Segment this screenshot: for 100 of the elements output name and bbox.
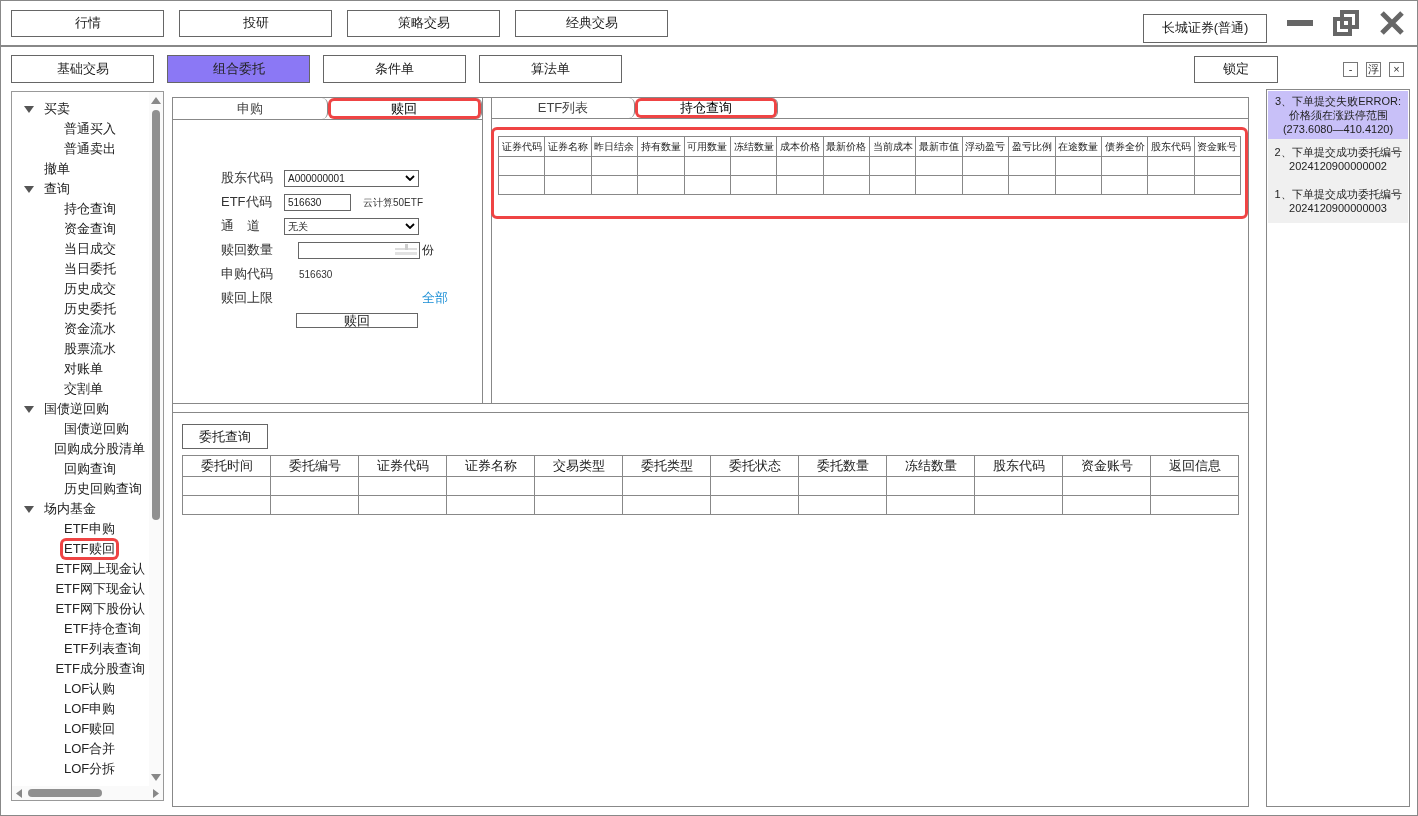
panel-control-button[interactable]: 浮 [1366,61,1381,77]
tree-item[interactable]: 国债逆回购 [60,418,133,440]
tree-item[interactable]: 股票流水 [60,338,120,360]
column-header: 昨日结余 [591,136,638,157]
tree-item[interactable]: 资金流水 [60,318,120,340]
account-button[interactable]: 长城证券(普通) [1143,13,1267,43]
select-field[interactable]: 无关 [284,217,419,235]
tab[interactable]: 条件单 [323,55,466,83]
tab[interactable]: 赎回 [327,98,482,119]
caret-down-icon[interactable] [24,185,34,193]
tree-item[interactable]: 交割单 [60,378,107,400]
order-number: 2024120900000003 [1288,201,1388,215]
message-item[interactable]: 2、下单提交成功委托编号 2024120900000002 [1268,139,1408,181]
column-header: 浮动盈亏 [962,136,1009,157]
tree-item[interactable]: 历史回购查询 [60,478,146,500]
scroll-down-icon[interactable] [151,774,161,782]
tree-item[interactable]: ETF申购 [60,518,119,540]
input-field[interactable]: 516630 [284,193,351,211]
column-header: 最新价格 [823,136,870,157]
message-item[interactable]: 3、下单提交失败ERROR:价格须在涨跌停范围(273.6080—410.4120) [1268,91,1408,139]
tree-item[interactable]: 回购成分股清单 [50,438,149,460]
nav-tab[interactable]: 投研 [179,9,332,37]
column-header: 成本价格 [776,136,824,157]
tab[interactable]: ETF列表 [492,98,635,118]
tree-item[interactable]: ETF网下现金认 [51,578,149,600]
column-header: 委托编号 [270,455,359,476]
panel-control-button[interactable]: × [1389,61,1404,77]
chevron-down-icon [405,175,415,181]
tree-item[interactable]: 历史成交 [60,278,120,300]
order-number: 2024120900000002 [1288,159,1388,173]
tree-item[interactable]: ETF成分股查询 [51,658,149,680]
tree-item[interactable]: LOF赎回 [60,718,120,740]
nav-tab[interactable]: 策略交易 [347,9,500,37]
column-header: 资金账号 [1062,455,1151,476]
column-header: 证券代码 [358,455,447,476]
column-header: 冻结数量 [886,455,975,476]
tree-item[interactable]: LOF分拆 [60,758,120,780]
tree-item[interactable]: LOF认购 [60,678,120,700]
tree-item[interactable]: ETF持仓查询 [60,618,145,640]
tree-item[interactable]: 普通卖出 [60,138,120,160]
tree-item[interactable]: ETF赎回 [60,538,119,560]
column-header: 股东代码 [1147,136,1195,157]
caret-down-icon[interactable] [24,105,34,113]
column-header: 持有数量 [637,136,684,157]
column-header: 股东代码 [974,455,1063,476]
tree-item[interactable]: 当日委托 [60,258,120,280]
horizontal-scrollbar[interactable] [12,786,163,800]
all-link[interactable]: 全部 [422,288,448,308]
select-field[interactable]: A000000001 [284,169,419,187]
tree-item[interactable]: 历史委托 [60,298,120,320]
message-item[interactable]: 1、下单提交成功委托编号 2024120900000003 [1268,181,1408,223]
field-value: 516630 [299,267,333,282]
field-label: 赎回上限 [221,289,274,308]
tree-item[interactable]: ETF网下股份认 [51,598,149,620]
tree-item[interactable]: ETF网上现金认 [51,558,149,580]
tree-item[interactable]: LOF申购 [60,698,120,720]
tree-item[interactable]: 资金查询 [60,218,120,240]
caret-down-icon[interactable] [24,405,34,413]
tab[interactable]: 基础交易 [11,55,154,83]
tree-item[interactable]: 查询 [40,178,74,200]
close-icon[interactable] [1379,10,1405,36]
tree-item[interactable]: 买卖 [40,98,74,120]
nav-tab[interactable]: 行情 [11,9,164,37]
caret-down-icon[interactable] [24,505,34,513]
column-header: 证券名称 [446,455,535,476]
redeem-button[interactable]: 赎回 [296,313,418,328]
scroll-right-icon[interactable] [153,788,159,798]
lock-button[interactable]: 锁定 [1194,55,1278,83]
tree-item[interactable]: 回购查询 [60,458,120,480]
tree-item[interactable]: 撤单 [40,158,74,180]
tab[interactable]: 持仓查询 [635,98,778,118]
fund-name: 云计算50ETF [363,195,423,210]
scrollbar[interactable] [149,92,163,786]
nav-tab[interactable]: 经典交易 [515,9,668,37]
column-header: 可用数量 [684,136,731,157]
tab[interactable]: 组合委托 [167,55,310,83]
number-field[interactable] [298,241,420,259]
tab[interactable]: 申购 [173,98,328,119]
column-header: 委托数量 [798,455,887,476]
column-header: 返回信息 [1150,455,1239,476]
column-header: 最新市值 [915,136,963,157]
field-label: 股东代码 [221,169,274,188]
tree-item[interactable]: 持仓查询 [60,198,120,220]
tree-item[interactable]: LOF合并 [60,738,120,760]
tree-item[interactable]: ETF列表查询 [60,638,145,660]
restore-icon[interactable] [1333,10,1359,36]
column-header: 当前成本 [869,136,916,157]
column-header: 在途数量 [1055,136,1102,157]
tab[interactable]: 算法单 [479,55,622,83]
column-header: 委托时间 [182,455,271,476]
panel-control-button[interactable]: - [1343,61,1358,77]
tree-item[interactable]: 普通买入 [60,118,120,140]
scroll-up-icon[interactable] [151,96,161,104]
tree-item[interactable]: 国债逆回购 [40,398,113,420]
scroll-left-icon[interactable] [16,788,22,798]
field-label: ETF代码 [221,193,273,212]
tree-item[interactable]: 场内基金 [40,498,100,520]
tree-item[interactable]: 对账单 [60,358,107,380]
order-query-button[interactable]: 委托查询 [182,424,268,449]
tree-item[interactable]: 当日成交 [60,238,120,260]
